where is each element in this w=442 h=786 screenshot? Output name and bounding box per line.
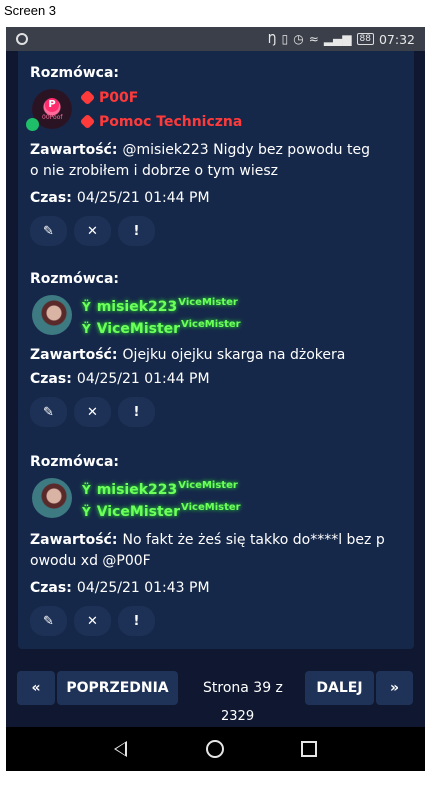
interlocutor-label: Rozmówca:: [30, 271, 120, 287]
content-text-cont: owodu xd @P00F: [30, 553, 151, 569]
close-icon: ✕: [87, 613, 98, 629]
user-role: Pomoc Techniczna: [79, 113, 242, 130]
prev-page-button[interactable]: POPRZEDNIA: [57, 671, 178, 705]
message-actions: ✎ ✕ !: [30, 606, 155, 636]
rank-icon: Ÿ: [82, 483, 91, 497]
page-info: Strona 39 z: [203, 680, 283, 696]
android-nav-bar: [6, 727, 425, 771]
rank-icon: Ÿ: [82, 300, 91, 314]
online-status-icon: [26, 118, 39, 131]
recent-apps-icon[interactable]: [301, 741, 317, 757]
pencil-icon: ✎: [43, 404, 54, 420]
report-button[interactable]: !: [118, 606, 155, 636]
user-tag: ViceMister: [178, 480, 238, 491]
rank-icon: Ÿ: [82, 322, 91, 336]
pencil-icon: ✎: [43, 223, 54, 239]
username-link[interactable]: P00F: [79, 89, 138, 106]
time-value: 04/25/21 01:44 PM: [76, 371, 210, 387]
exclamation-icon: !: [133, 404, 140, 420]
exclamation-icon: !: [133, 613, 140, 629]
content-label: Zawartość:: [30, 142, 118, 158]
role-tag: ViceMister: [181, 502, 241, 513]
interlocutor-label: Rozmówca:: [30, 65, 120, 81]
delete-button[interactable]: ✕: [74, 606, 111, 636]
interlocutor-label: Rozmówca:: [30, 454, 120, 470]
next-page-button[interactable]: DALEJ: [305, 671, 374, 705]
pagination: « POPRZEDNIA Strona 39 z 2329 DALEJ »: [6, 671, 425, 724]
exclamation-icon: !: [133, 223, 140, 239]
report-button[interactable]: !: [118, 397, 155, 427]
close-icon: ✕: [87, 404, 98, 420]
time-row: Czas: 04/25/21 01:44 PM: [30, 187, 210, 206]
edit-button[interactable]: ✎: [30, 606, 67, 636]
time-label: Czas:: [30, 371, 72, 387]
gear-icon: [79, 113, 96, 130]
time-value: 04/25/21 01:43 PM: [76, 580, 210, 596]
avatar[interactable]: [32, 478, 72, 518]
avatar[interactable]: [32, 295, 72, 335]
edit-button[interactable]: ✎: [30, 216, 67, 246]
battery-icon: 88: [356, 33, 374, 45]
logo-icon: P: [45, 98, 59, 112]
content-text-cont: o nie zrobiłem i dobrze o tym wiesz: [30, 163, 278, 179]
content-row: Zawartość: No fakt że żeś się takko do**…: [30, 529, 385, 548]
content-label: Zawartość:: [30, 347, 118, 363]
last-page-button[interactable]: »: [376, 671, 413, 705]
alarm-icon: ◷: [293, 32, 304, 46]
screen-caption: Screen 3: [4, 3, 57, 18]
wifi-icon: ≈: [308, 32, 319, 46]
role-tag: ViceMister: [181, 319, 241, 330]
home-icon[interactable]: [206, 740, 224, 758]
time-label: Czas:: [30, 580, 72, 596]
double-chevron-left-icon: «: [31, 680, 41, 696]
messages-panel: Rozmówca: P 00Poof P00F Pomoc Techniczna…: [18, 51, 414, 649]
delete-button[interactable]: ✕: [74, 216, 111, 246]
first-page-button[interactable]: «: [17, 671, 55, 705]
content-label: Zawartość:: [30, 532, 118, 548]
notification-icon: [16, 33, 28, 45]
content-text: No fakt że żeś się takko do****l bez p: [122, 532, 385, 548]
time-value: 04/25/21 01:44 PM: [76, 190, 210, 206]
rank-icon: Ÿ: [82, 505, 91, 519]
nfc-icon: Ŋ: [267, 32, 277, 46]
edit-button[interactable]: ✎: [30, 397, 67, 427]
user-role: Ÿ ViceMisterViceMister: [82, 319, 241, 337]
content-text: @misiek223 Nigdy bez powodu teg: [122, 142, 370, 158]
status-time: 07:32: [378, 31, 415, 47]
gear-icon: [79, 89, 96, 106]
signal-icon: ▂▄▆: [323, 32, 352, 46]
delete-button[interactable]: ✕: [74, 397, 111, 427]
time-row: Czas: 04/25/21 01:44 PM: [30, 368, 210, 387]
user-tag: ViceMister: [178, 297, 238, 308]
content-text: Ojejku ojejku skarga na dżokera: [122, 347, 346, 363]
message-actions: ✎ ✕ !: [30, 216, 155, 246]
content-row: Zawartość: Ojejku ojejku skarga na dżoke…: [30, 344, 345, 363]
double-chevron-right-icon: »: [389, 680, 400, 696]
username-link[interactable]: Ÿmisiek223ViceMister: [82, 297, 238, 315]
avatar-text: 00Poof: [42, 114, 63, 121]
message-actions: ✎ ✕ !: [30, 397, 155, 427]
page-total: 2329: [221, 709, 255, 724]
time-label: Czas:: [30, 190, 72, 206]
status-bar: Ŋ ▯ ◷ ≈ ▂▄▆ 88 07:32: [6, 27, 425, 51]
phone-screen: Ŋ ▯ ◷ ≈ ▂▄▆ 88 07:32 Rozmówca: P 00Poof …: [6, 27, 425, 771]
content-row: Zawartość: @misiek223 Nigdy bez powodu t…: [30, 139, 370, 158]
close-icon: ✕: [87, 223, 98, 239]
vibrate-icon: ▯: [281, 32, 289, 46]
report-button[interactable]: !: [118, 216, 155, 246]
time-row: Czas: 04/25/21 01:43 PM: [30, 577, 210, 596]
username-link[interactable]: Ÿmisiek223ViceMister: [82, 480, 238, 498]
pencil-icon: ✎: [43, 613, 54, 629]
user-role: Ÿ ViceMisterViceMister: [82, 502, 241, 520]
